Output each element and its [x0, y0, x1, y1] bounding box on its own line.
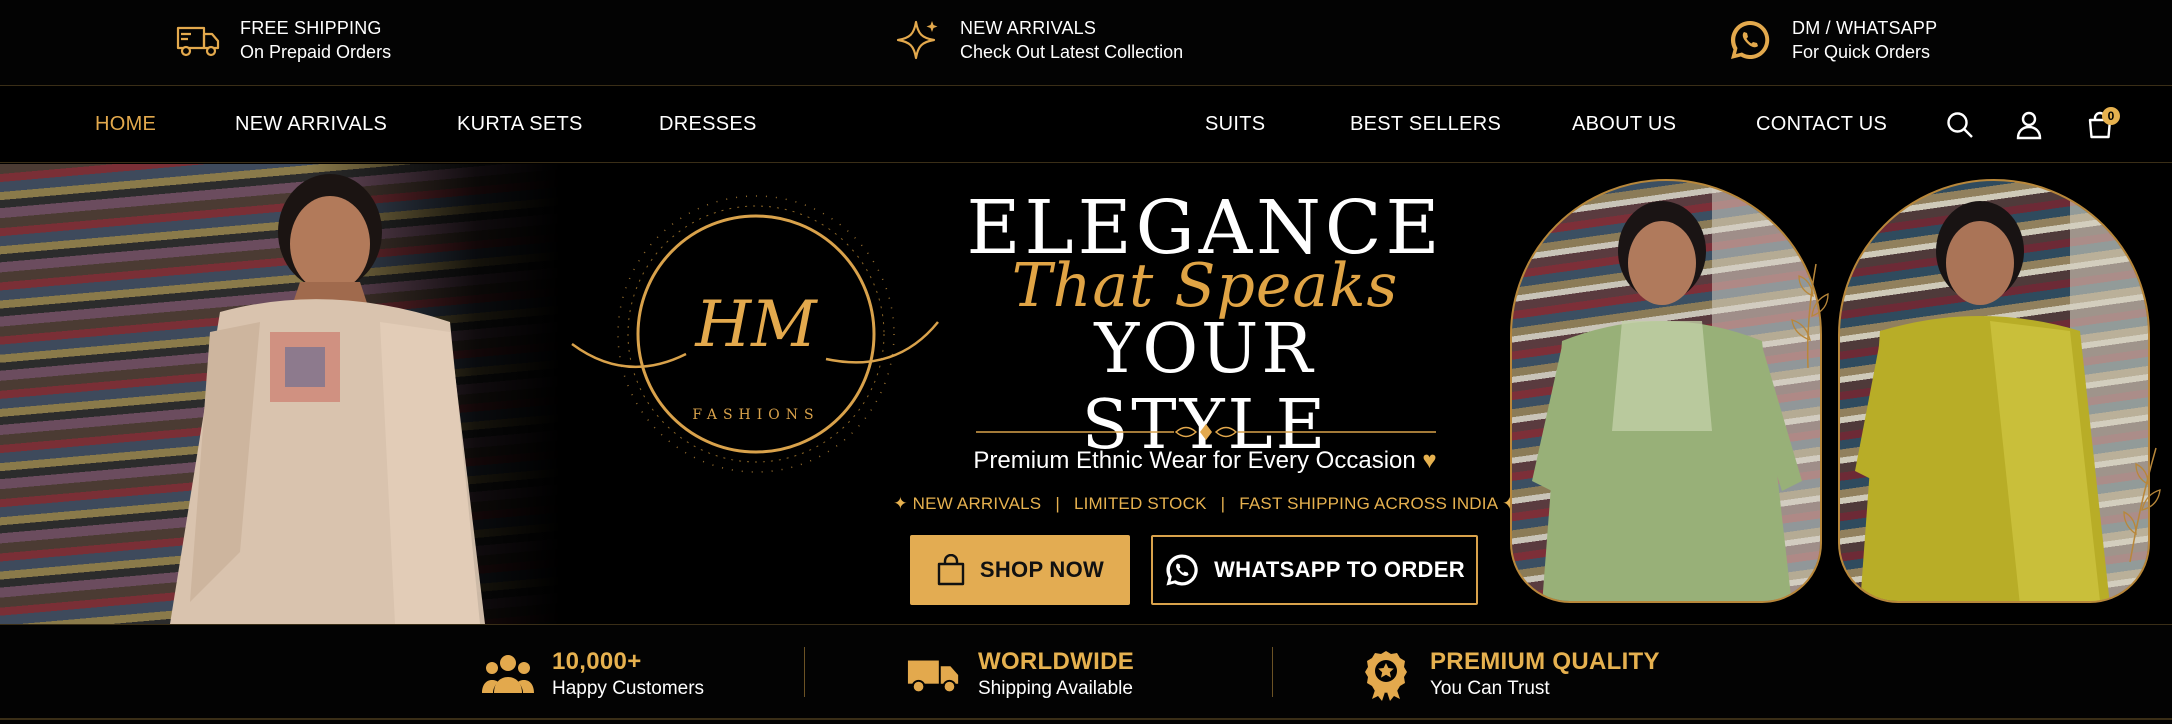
whatsapp-icon: [1726, 16, 1774, 64]
whatsapp-order-label: WHATSAPP TO ORDER: [1214, 557, 1465, 582]
stat-worldwide: WORLDWIDE Shipping Available: [906, 647, 1134, 703]
stat-quality: PREMIUM QUALITY You Can Trust: [1358, 647, 1660, 703]
quality-badge-icon: [1358, 647, 1414, 703]
shop-now-label: SHOP NOW: [979, 557, 1105, 582]
sparkle-icon: [894, 16, 942, 64]
nav-best-sellers[interactable]: BEST SELLERS: [1350, 113, 1501, 136]
sparkle-icon: ✦: [893, 494, 908, 513]
model-photo-yellow: [1838, 179, 2150, 603]
cart-icon[interactable]: 0: [2080, 105, 2120, 145]
ornament-divider: [976, 424, 1436, 440]
stat-divider: [1272, 647, 1273, 697]
shopping-bag-icon: [936, 554, 966, 586]
stat-customers: 10,000+ Happy Customers: [480, 647, 704, 703]
stats-bar: 10,000+ Happy Customers WORLDWIDE Shippi…: [0, 624, 2172, 724]
stat-label: Shipping Available: [978, 678, 1133, 699]
logo-wordmark: FASHIONS: [692, 407, 819, 423]
stat-value: PREMIUM QUALITY: [1430, 648, 1660, 675]
truck-icon: [174, 16, 222, 64]
hero-subtitle: Premium Ethnic Wear for Every Occasion ♥: [900, 447, 1510, 475]
whatsapp-order-button[interactable]: WHATSAPP TO ORDER: [1151, 535, 1478, 605]
nav-dresses[interactable]: DRESSES: [659, 113, 757, 136]
main-navigation: HOME NEW ARRIVALS KURTA SETS DRESSES SUI…: [0, 87, 2172, 163]
model-figure: [170, 174, 485, 624]
logo-monogram: HM: [694, 288, 818, 362]
tag-fast-shipping: FAST SHIPPING ACROSS INDIA: [1239, 494, 1498, 513]
heart-icon: ♥: [1422, 447, 1437, 474]
info-free-shipping: FREE SHIPPING On Prepaid Orders: [174, 16, 391, 64]
hero-banner: HM FASHIONS ELEGANCE That Speaks YOUR ST…: [0, 164, 2172, 624]
whatsapp-icon: [1164, 552, 1200, 588]
stat-label: You Can Trust: [1430, 678, 1550, 699]
nav-home[interactable]: HOME: [95, 113, 156, 136]
model-photo-left: [0, 164, 560, 624]
brand-logo: HM FASHIONS: [571, 195, 939, 473]
nav-about-us[interactable]: ABOUT US: [1572, 113, 1676, 136]
stat-value: 10,000+: [552, 648, 642, 675]
user-icon[interactable]: [2009, 105, 2049, 145]
model-photo-green: [1510, 179, 1822, 603]
shop-now-button[interactable]: SHOP NOW: [910, 535, 1130, 605]
info-subtitle: For Quick Orders: [1792, 42, 1931, 62]
model-figure: [1855, 181, 2148, 601]
customers-icon: [480, 647, 536, 703]
info-subtitle: Check Out Latest Collection: [960, 42, 1184, 62]
info-title: NEW ARRIVALS: [960, 18, 1097, 38]
subtitle-text: Premium Ethnic Wear for Every Occasion: [973, 447, 1416, 474]
headline-line-2: That Speaks: [1011, 251, 1399, 321]
info-whatsapp[interactable]: DM / WHATSAPP For Quick Orders: [1726, 16, 1937, 64]
leaf-ornament-icon: [2123, 447, 2161, 563]
delivery-truck-icon: [906, 647, 962, 703]
info-title: FREE SHIPPING: [240, 18, 382, 38]
top-info-bar: FREE SHIPPING On Prepaid Orders NEW ARRI…: [0, 0, 2172, 86]
nav-kurta-sets[interactable]: KURTA SETS: [457, 113, 583, 136]
leaf-ornament-icon: [1791, 263, 1829, 369]
model-figure: [1532, 181, 1820, 601]
bottom-border: [0, 718, 2172, 720]
tag-limited-stock: LIMITED STOCK: [1073, 494, 1207, 513]
stat-label: Happy Customers: [552, 678, 705, 699]
info-new-arrivals: NEW ARRIVALS Check Out Latest Collection: [894, 16, 1183, 64]
hero-tags: ✦ NEW ARRIVALS | LIMITED STOCK | FAST SHIPPI…: [880, 494, 1530, 514]
nav-contact-us[interactable]: CONTACT US: [1756, 113, 1887, 136]
search-icon[interactable]: [1940, 105, 1980, 145]
stat-divider: [804, 647, 805, 697]
info-title: DM / WHATSAPP: [1792, 18, 1938, 38]
info-subtitle: On Prepaid Orders: [240, 42, 392, 62]
stat-value: WORLDWIDE: [978, 648, 1135, 675]
nav-new-arrivals[interactable]: NEW ARRIVALS: [235, 113, 387, 136]
nav-suits[interactable]: SUITS: [1205, 113, 1265, 136]
tag-new-arrivals: NEW ARRIVALS: [912, 494, 1042, 513]
cart-count-badge: 0: [2102, 107, 2120, 125]
